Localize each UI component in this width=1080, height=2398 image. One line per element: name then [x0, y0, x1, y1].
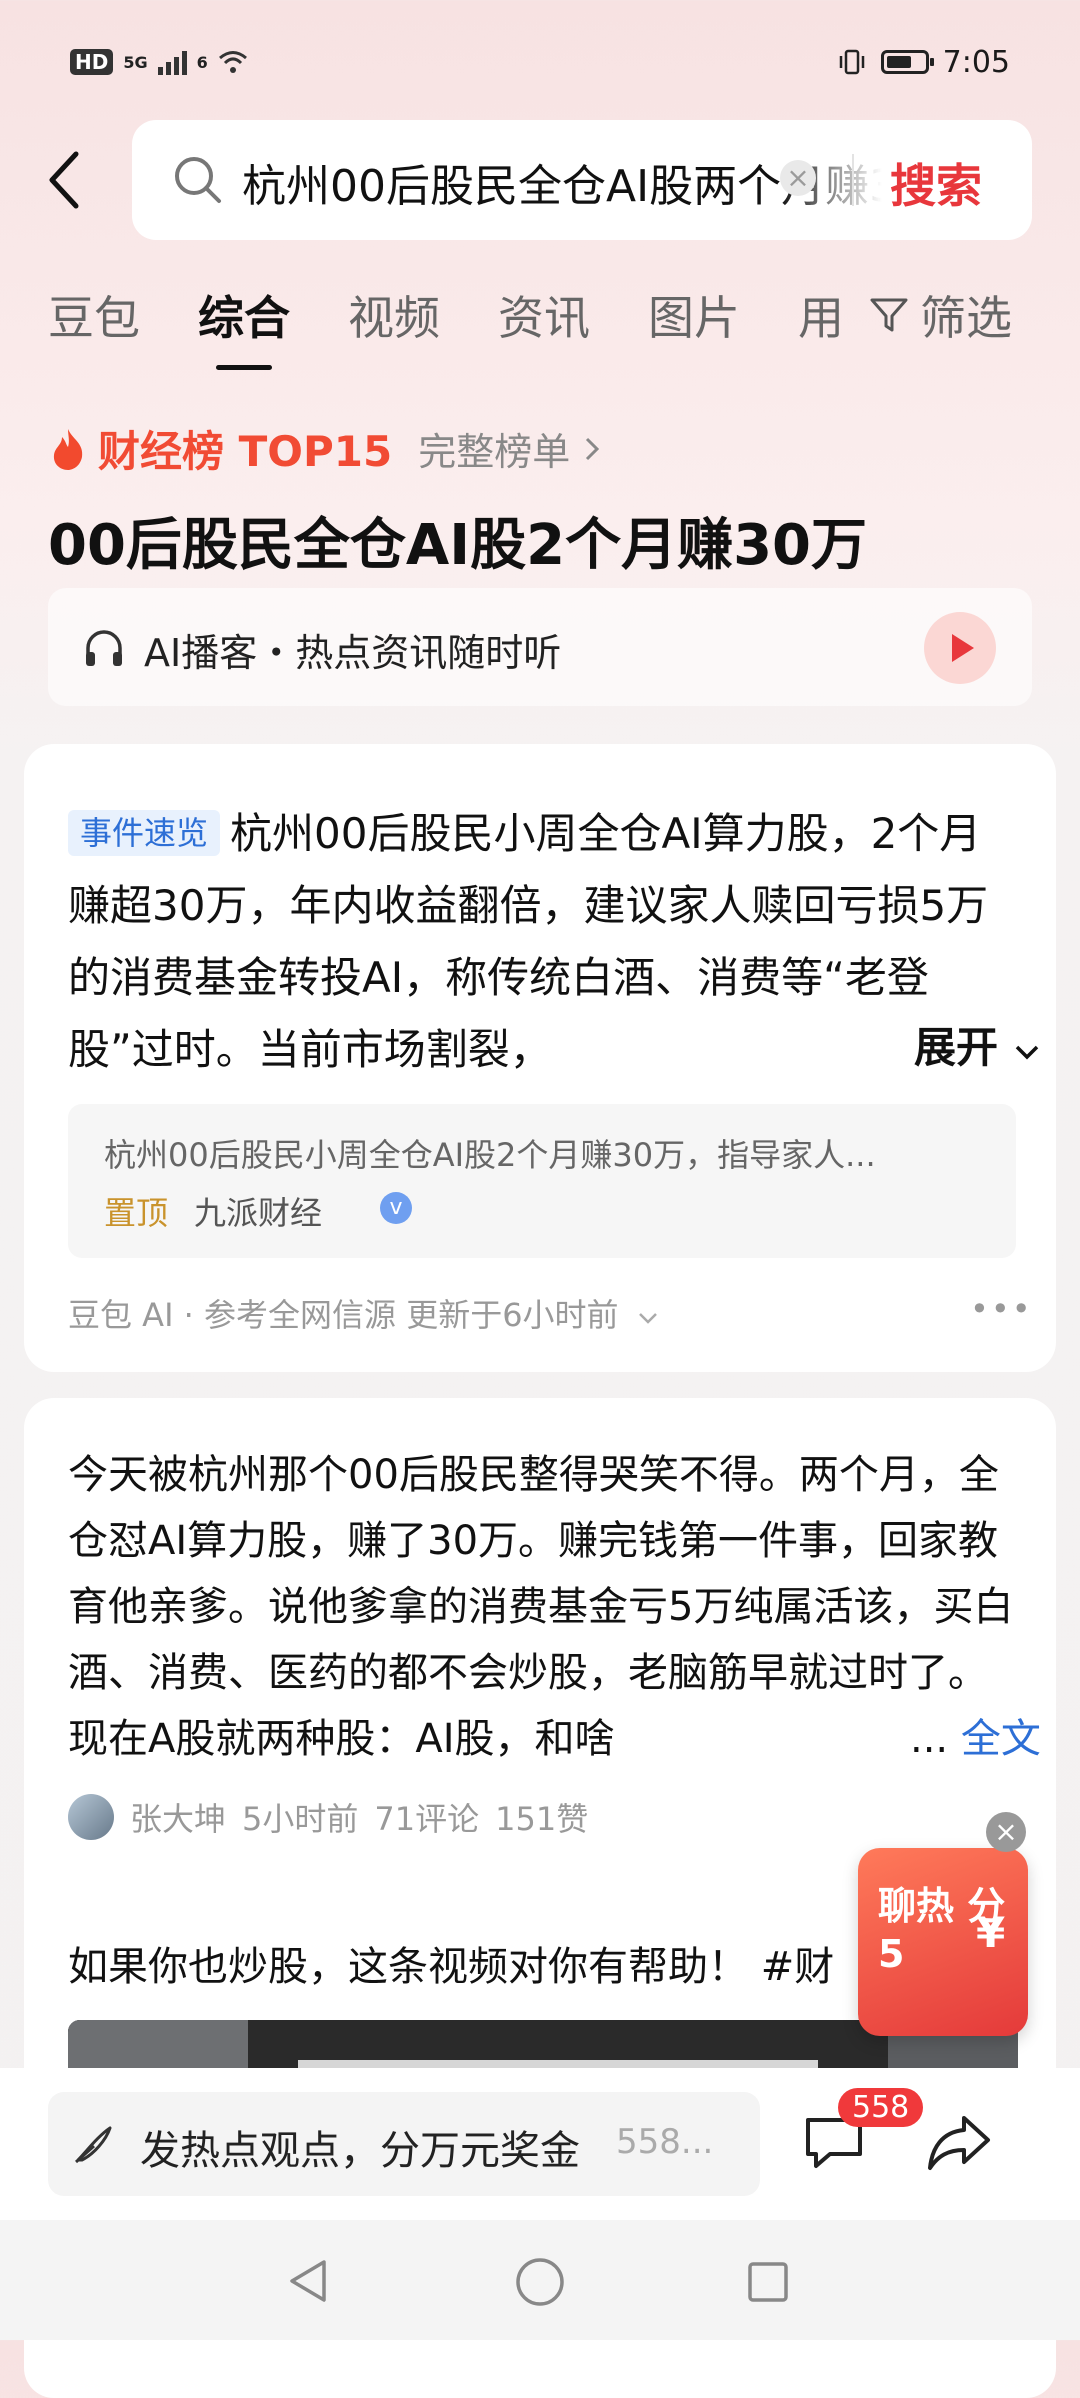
event-summary-card: 事件速览 杭州00后股民小周全仓AI算力股，2个月赚超30万，年内收益翻倍，建议家…	[24, 744, 1056, 1372]
nav-home-icon[interactable]	[514, 2256, 566, 2308]
chevron-right-icon	[586, 437, 600, 460]
like-count: 151赞	[495, 1800, 589, 1838]
bottom-action-bar: 发热点观点，分万元奖金 558... 558	[0, 2068, 1080, 2220]
play-button[interactable]	[924, 612, 996, 684]
page-title: 00后股民全仓AI股2个月赚30万	[48, 513, 867, 578]
author-name[interactable]: 张大坤	[130, 1794, 226, 1840]
source-title: 杭州00后股民小周全仓AI股2个月赚30万，指导家人...	[104, 1136, 876, 1174]
tab-users[interactable]: 用	[798, 282, 844, 348]
comment-input[interactable]: 发热点观点，分万元奖金 558...	[48, 2092, 760, 2196]
avatar[interactable]	[68, 1794, 114, 1840]
full-list-link[interactable]: 完整榜单	[418, 421, 570, 476]
post-meta: 张大坤 5小时前 71评论 151赞	[68, 1794, 588, 1840]
tab-images[interactable]: 图片	[648, 282, 740, 348]
floating-promo[interactable]: 聊热 分5 ¥	[858, 1848, 1028, 2036]
filter-label: 筛选	[920, 291, 1012, 345]
nav-back-icon[interactable]	[284, 2256, 334, 2306]
chevron-down-icon	[1015, 1045, 1038, 1060]
ai-podcast-bar[interactable]: AI播客・热点资讯随时听	[48, 588, 1032, 706]
headphones-icon	[86, 630, 122, 666]
flame-icon	[53, 428, 83, 470]
finance-rank-row[interactable]: 财经榜 TOP15 完整榜单	[50, 418, 602, 479]
floating-promo-text: 聊热 分5	[878, 1884, 1006, 1976]
comment-count-hint: 558...	[616, 2122, 714, 2162]
tab-general[interactable]: 综合	[198, 282, 290, 370]
hd-icon: HD	[70, 49, 114, 75]
source-reference[interactable]: 杭州00后股民小周全仓AI股2个月赚30万，指导家人... 置顶 九派财经 v	[68, 1104, 1016, 1258]
battery-icon	[880, 50, 934, 74]
search-icon	[175, 157, 221, 203]
pen-icon	[75, 2126, 112, 2164]
wifi-icon	[218, 51, 247, 73]
clear-icon[interactable]: ×	[780, 160, 816, 196]
signal-icon	[157, 49, 187, 75]
filter-button[interactable]: 筛选	[868, 282, 1012, 348]
play-icon	[952, 634, 974, 662]
source-name: 九派财经	[194, 1194, 323, 1232]
comment-badge: 558	[838, 2088, 924, 2127]
search-button[interactable]: 搜索	[890, 150, 982, 216]
close-icon[interactable]: ×	[986, 1812, 1026, 1852]
full-text-link[interactable]: ... 全文	[880, 1706, 1041, 1764]
podcast-label: AI播客・热点资讯随时听	[144, 631, 562, 675]
tab-video[interactable]: 视频	[348, 282, 440, 348]
summary-meta[interactable]: 豆包 AI · 参考全网信源 更新于6小时前	[68, 1290, 659, 1336]
chevron-down-icon	[638, 1313, 657, 1324]
signal-label: 5G	[123, 52, 148, 72]
expand-label: 展开	[914, 1023, 999, 1072]
ellipsis: ...	[910, 1716, 949, 1762]
full-text-label: 全文	[960, 1716, 1041, 1762]
post-time: 5小时前	[242, 1800, 359, 1838]
status-bar-right: 7:05	[837, 40, 1010, 84]
status-bar-left: HD 5G 6	[70, 40, 248, 84]
verified-icon: v	[380, 1192, 412, 1224]
back-arrow-icon[interactable]	[44, 150, 84, 210]
finance-rank-title: 财经榜 TOP15	[98, 427, 393, 476]
search-box[interactable]: 杭州00后股民全仓AI股两个月赚30万 × 搜索	[132, 120, 1032, 240]
tab-news[interactable]: 资讯	[498, 282, 590, 348]
more-options-icon[interactable]: •••	[970, 1290, 1033, 1328]
filter-icon	[870, 298, 908, 332]
yen-icon: ¥	[976, 1908, 1006, 1957]
share-icon[interactable]	[926, 2112, 992, 2172]
post-text: 今天被杭州那个00后股民整得哭笑不得。两个月，全仓怼AI算力股，赚了30万。赚完…	[68, 1452, 1014, 1762]
next-post-text: 如果你也炒股，这条视频对你有帮助！ #财	[68, 1944, 835, 1990]
vibrate-icon	[839, 49, 864, 75]
tab-doubao[interactable]: 豆包	[48, 282, 140, 348]
clock: 7:05	[942, 44, 1010, 80]
event-tag: 事件速览	[68, 810, 221, 856]
tab-bar: 豆包 综合 视频 资讯 图片 用	[48, 282, 844, 370]
summary-meta-text: 豆包 AI · 参考全网信源 更新于6小时前	[68, 1296, 619, 1334]
divider	[852, 154, 854, 206]
expand-button[interactable]: 展开	[864, 1014, 1041, 1075]
pinned-label: 置顶	[104, 1194, 169, 1232]
comment-placeholder: 发热点观点，分万元奖金	[140, 2128, 580, 2174]
system-nav-bar	[0, 2220, 1080, 2340]
wifi-label: 6	[196, 52, 208, 72]
comment-count: 71评论	[374, 1800, 480, 1838]
nav-recents-icon[interactable]	[746, 2260, 790, 2304]
